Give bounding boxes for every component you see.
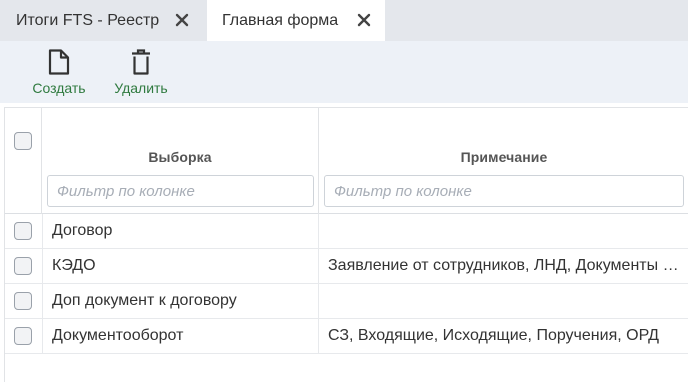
- tab-label: Главная форма: [222, 11, 339, 29]
- cell-vyborka: Документооборот: [42, 319, 319, 353]
- cell-vyborka: Доп документ к договору: [42, 284, 319, 318]
- data-grid: Выборка Примечание Договор КЭДО Заявлени…: [4, 107, 688, 382]
- column-header-primechanie[interactable]: Примечание: [319, 149, 688, 165]
- tab-itogi-fts-reestr[interactable]: Итоги FTS - Реестр: [0, 0, 204, 41]
- cell-primechanie: Заявление от сотрудников, ЛНД, Документы…: [328, 257, 688, 274]
- table-row[interactable]: КЭДО Заявление от сотрудников, ЛНД, Доку…: [5, 249, 688, 284]
- column-vyborka: Выборка: [42, 108, 319, 214]
- select-all-checkbox[interactable]: [14, 132, 32, 150]
- cell-primechanie: [319, 284, 688, 318]
- trash-icon: [129, 49, 153, 75]
- tab-bar: Итоги FTS - Реестр Главная форма: [0, 0, 688, 41]
- row-checkbox[interactable]: [14, 292, 32, 310]
- close-icon[interactable]: [356, 12, 372, 28]
- create-label: Создать: [32, 80, 86, 96]
- cell-primechanie: [319, 214, 688, 248]
- column-primechanie: Примечание: [319, 108, 688, 214]
- delete-button[interactable]: Удалить: [108, 49, 174, 96]
- table-row[interactable]: Доп документ к договору: [5, 284, 688, 319]
- row-checkbox[interactable]: [14, 222, 32, 240]
- cell-vyborka: Договор: [42, 214, 319, 248]
- cell-vyborka: КЭДО: [42, 249, 319, 283]
- file-icon: [47, 49, 71, 75]
- select-all-column: [5, 108, 42, 214]
- cell-primechanie: СЗ, Входящие, Исходящие, Поручения, ОРД: [328, 327, 659, 344]
- close-icon[interactable]: [174, 12, 190, 28]
- create-button[interactable]: Создать: [28, 49, 90, 96]
- toolbar: Создать Удалить: [0, 41, 688, 103]
- row-checkbox[interactable]: [14, 257, 32, 275]
- row-checkbox[interactable]: [14, 327, 32, 345]
- table-row[interactable]: Документооборот СЗ, Входящие, Исходящие,…: [5, 319, 688, 354]
- delete-label: Удалить: [114, 80, 168, 96]
- table-row[interactable]: Договор: [5, 214, 688, 249]
- column-header-vyborka[interactable]: Выборка: [42, 149, 318, 165]
- filter-input-primechanie[interactable]: [324, 175, 684, 207]
- grid-header: Выборка Примечание: [5, 108, 688, 214]
- tab-main-form[interactable]: Главная форма: [207, 0, 385, 41]
- tab-label: Итоги FTS - Реестр: [16, 11, 160, 29]
- filter-input-vyborka[interactable]: [47, 175, 314, 207]
